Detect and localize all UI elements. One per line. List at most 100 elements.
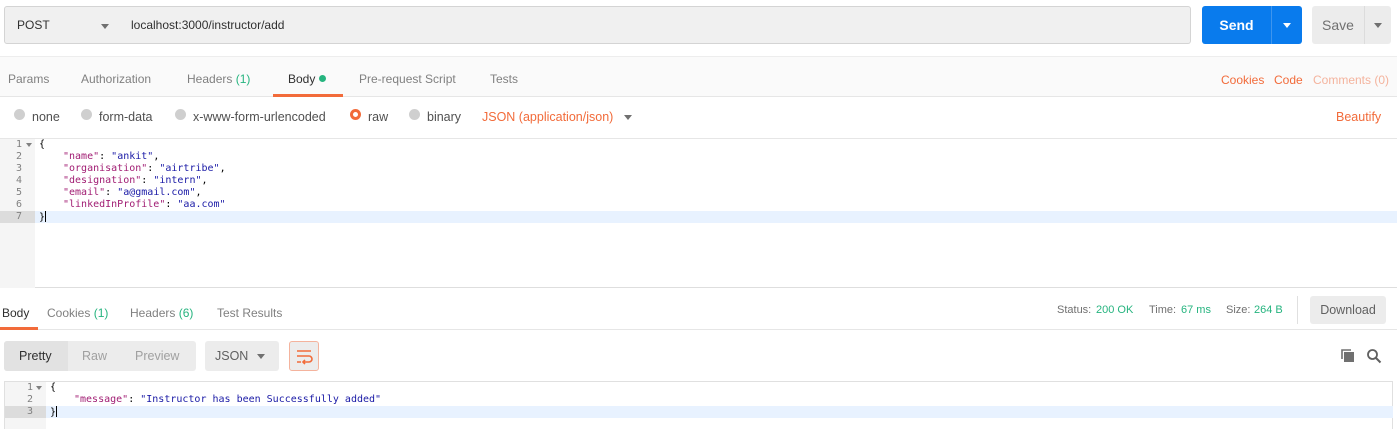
divider xyxy=(1297,296,1298,324)
line-number: 3 xyxy=(26,406,33,417)
tab-body-label: Body xyxy=(288,72,316,86)
code-line: "organisation": "airtribe", xyxy=(63,163,226,174)
size-value: 264 B xyxy=(1254,304,1283,316)
text-cursor xyxy=(45,211,47,222)
active-line-highlight xyxy=(46,406,1393,418)
send-dropdown-button[interactable] xyxy=(1271,6,1302,44)
raw-button[interactable]: Raw xyxy=(82,349,107,363)
save-button[interactable]: Save xyxy=(1312,6,1364,44)
response-tab-test-results[interactable]: Test Results xyxy=(217,306,282,320)
tab-tests[interactable]: Tests xyxy=(490,72,518,86)
response-tab-cookies-count: (1) xyxy=(93,306,109,320)
search-icon[interactable] xyxy=(1366,348,1382,364)
response-format-select[interactable]: JSON xyxy=(205,341,279,371)
response-tab-cookies[interactable]: Cookies (1) xyxy=(47,306,108,320)
response-tab-headers-label: Headers xyxy=(130,306,176,320)
response-body-viewer[interactable]: 1 2 3 { "message": "Instructor has been … xyxy=(4,381,1393,429)
tab-headers[interactable]: Headers (1) xyxy=(187,72,250,86)
code-line: "designation": "intern", xyxy=(63,175,208,186)
chevron-down-icon xyxy=(101,24,109,29)
comments-link[interactable]: Comments (0) xyxy=(1313,73,1389,87)
code-open-brace: { xyxy=(39,139,46,150)
line-number: 2 xyxy=(26,394,33,405)
body-indicator-dot xyxy=(319,75,327,82)
json-value: "airtribe" xyxy=(159,163,220,174)
tab-headers-label: Headers xyxy=(187,72,233,86)
download-button[interactable]: Download xyxy=(1310,296,1386,324)
json-comma: , xyxy=(201,175,208,186)
radio-binary[interactable] xyxy=(409,109,420,120)
code-line: "name": "ankit", xyxy=(63,151,160,162)
url-input[interactable]: localhost:3000/instructor/add xyxy=(120,6,1191,44)
json-key: "name" xyxy=(63,151,100,162)
body-type-options: none form-data x-www-form-urlencoded raw… xyxy=(0,97,1397,137)
line-number: 3 xyxy=(15,163,22,174)
tab-body[interactable]: Body xyxy=(288,72,327,86)
status-value: 200 OK xyxy=(1096,304,1134,316)
code-close-brace: } xyxy=(50,406,58,419)
send-button[interactable]: Send xyxy=(1202,6,1271,44)
response-tab-headers-count: (6) xyxy=(178,306,194,320)
fold-arrow-icon[interactable] xyxy=(36,386,42,390)
radio-binary-label: binary xyxy=(427,110,462,124)
save-dropdown-button[interactable] xyxy=(1364,6,1391,44)
beautify-link[interactable]: Beautify xyxy=(1336,110,1381,124)
request-tabs: Params Authorization Headers (1) Body Pr… xyxy=(0,56,1397,97)
status-label: Status: xyxy=(1057,304,1092,316)
response-tabs: Body Cookies (1) Headers (6) Test Result… xyxy=(0,292,1397,330)
cookies-link[interactable]: Cookies xyxy=(1221,73,1264,87)
radio-form-data[interactable] xyxy=(81,109,92,120)
response-tab-cookies-label: Cookies xyxy=(47,306,91,320)
line-number: 7 xyxy=(15,211,22,222)
method-label: POST xyxy=(17,18,50,32)
chevron-down-icon xyxy=(257,354,265,359)
wrap-lines-button[interactable] xyxy=(289,341,319,371)
radio-none-label: none xyxy=(32,110,60,124)
json-key: "message" xyxy=(74,394,129,405)
active-line-highlight xyxy=(35,211,1397,223)
code-line: "linkedInProfile": "aa.com" xyxy=(63,199,226,210)
code-line: "email": "a@gmail.com", xyxy=(63,187,202,198)
chevron-down-icon xyxy=(1283,23,1291,28)
tab-pre-request-script[interactable]: Pre-request Script xyxy=(359,72,456,86)
url-value: localhost:3000/instructor/add xyxy=(131,18,285,32)
preview-button[interactable]: Preview xyxy=(135,349,179,363)
json-key: "email" xyxy=(63,187,106,198)
radio-raw-label: raw xyxy=(368,110,389,124)
pretty-button[interactable]: Pretty xyxy=(19,349,52,363)
json-key: "linkedInProfile" xyxy=(63,199,166,210)
radio-urlencoded[interactable] xyxy=(175,109,186,120)
tab-params[interactable]: Params xyxy=(8,72,49,86)
json-key: "designation" xyxy=(63,175,142,186)
radio-form-data-label: form-data xyxy=(99,110,153,124)
code-link[interactable]: Code xyxy=(1274,73,1303,87)
response-tab-body[interactable]: Body xyxy=(2,306,29,320)
request-body-editor[interactable]: 1 2 3 4 5 6 7 { "name": "ankit", "organi… xyxy=(0,138,1397,288)
chevron-down-icon xyxy=(624,115,632,120)
json-comma: , xyxy=(219,163,226,174)
copy-icon[interactable] xyxy=(1340,348,1356,364)
tab-headers-count: (1) xyxy=(235,72,251,86)
line-number: 1 xyxy=(26,382,33,393)
line-number: 1 xyxy=(15,139,22,150)
radio-none[interactable] xyxy=(14,109,25,120)
content-type-select[interactable]: JSON (application/json) xyxy=(482,110,613,124)
response-format-label: JSON xyxy=(215,349,249,363)
json-value: "aa.com" xyxy=(177,199,226,210)
code-open-brace: { xyxy=(50,382,57,393)
tab-authorization[interactable]: Authorization xyxy=(81,72,151,86)
line-number: 6 xyxy=(15,199,22,210)
line-number: 5 xyxy=(15,187,22,198)
json-comma: , xyxy=(153,151,160,162)
chevron-down-icon xyxy=(1374,23,1382,28)
json-value: "a@gmail.com" xyxy=(117,187,196,198)
radio-raw[interactable] xyxy=(350,109,361,120)
time-label: Time: xyxy=(1149,304,1177,316)
code-close-brace: } xyxy=(39,211,47,224)
fold-arrow-icon[interactable] xyxy=(26,143,32,147)
response-tab-headers[interactable]: Headers (6) xyxy=(130,306,193,320)
method-select[interactable]: POST xyxy=(4,6,121,44)
active-response-tab-underline xyxy=(0,327,38,330)
json-value: "Instructor has been Successfully added" xyxy=(140,394,382,405)
wrap-lines-icon xyxy=(297,350,313,365)
